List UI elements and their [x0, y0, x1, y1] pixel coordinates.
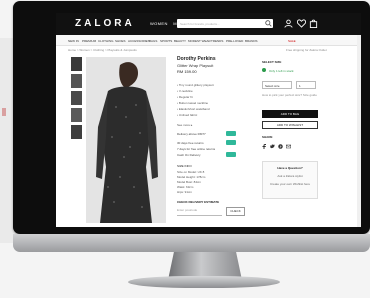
- category-brands[interactable]: BRANDS: [245, 39, 258, 43]
- product-detail: • Tiny round glittery playsuit: [177, 83, 214, 87]
- category-beauty[interactable]: BEAUTY: [174, 39, 186, 43]
- delivery-check-badge: [226, 131, 236, 136]
- product-detail: • Elastic/short waistband: [177, 107, 210, 111]
- product-detail: • Unlined fabric: [177, 113, 198, 117]
- help-title: Have a Question?: [277, 166, 303, 170]
- category-shoes[interactable]: SHOES: [115, 39, 126, 43]
- breadcrumb[interactable]: Home > Women > Clothing > Playsuits & Ju…: [68, 48, 137, 52]
- product-detail: • Button tassel neckline: [177, 101, 209, 105]
- category-bags[interactable]: BAGS: [149, 39, 157, 43]
- product-thumbnail[interactable]: [71, 91, 82, 105]
- size-select[interactable]: Select size: [262, 81, 292, 89]
- see-more-link[interactable]: See more ▸: [177, 123, 192, 127]
- size-info-line: Waist: 63cm: [177, 185, 194, 189]
- facebook-icon[interactable]: [262, 144, 267, 149]
- category-trends[interactable]: TRENDS: [211, 39, 223, 43]
- product-brand[interactable]: Dorothy Perkins: [177, 56, 216, 62]
- share-title: SHARE: [262, 135, 273, 139]
- brand-logo[interactable]: ZALORA: [75, 18, 135, 29]
- product-thumbnail[interactable]: [71, 57, 82, 71]
- size-guide-link[interactable]: How to pick your perfect size? Size guid…: [262, 93, 317, 97]
- quantity-select[interactable]: 1: [296, 81, 316, 89]
- product-name: Glitter Wrap Playsuit: [177, 63, 214, 68]
- stock-icon: [262, 68, 266, 72]
- product-detail: • V-neckline: [177, 89, 193, 93]
- background-mark: [2, 108, 6, 116]
- add-to-bag-button[interactable]: ADD TO BAG: [262, 110, 318, 118]
- size-info-line: Model Height: 178cm: [177, 175, 206, 179]
- check-button[interactable]: CHECK: [226, 207, 245, 216]
- product-detail: • Regular fit: [177, 95, 193, 99]
- model-photo: [86, 57, 166, 223]
- cod-check-badge: [226, 152, 236, 157]
- delivery-label: Delivery above RM77: [177, 132, 206, 136]
- page-scrollbar[interactable]: [357, 35, 361, 227]
- monitor-stand: [128, 276, 280, 288]
- select-size-title: SELECT SIZE: [262, 60, 282, 64]
- shipping-info: Free shipping for Zalora Outlet: [286, 48, 327, 52]
- category-modest-wear[interactable]: MODEST WEAR: [188, 39, 211, 43]
- screen: ZALORA WOMEN MEN KIDS NEW IN PREMIUM CLO…: [56, 13, 361, 227]
- help-link[interactable]: Ask a Zalora stylist: [264, 174, 316, 178]
- category-accessories[interactable]: ACCESSORIES: [128, 39, 150, 43]
- delivery-estimate-header: CHECK DELIVERY ESTIMATE: [177, 200, 220, 204]
- product-main-image[interactable]: [86, 57, 166, 223]
- product-price: RM 159.00: [177, 69, 197, 74]
- category-clothing[interactable]: CLOTHING: [98, 39, 114, 43]
- returns-check-badge: [226, 140, 236, 145]
- category-sale[interactable]: SALE: [288, 39, 296, 43]
- help-link[interactable]: Create your own Wishlist here: [264, 182, 316, 186]
- top-bar: ZALORA WOMEN MEN KIDS: [56, 13, 361, 35]
- pinterest-icon[interactable]: [278, 144, 283, 149]
- size-info-line: Hips: 91cm: [177, 190, 193, 194]
- add-to-wishlist-button[interactable]: ADD TO WISHLIST: [262, 121, 318, 129]
- online-returns-label: 7 days for free online returns: [177, 147, 216, 151]
- returns-label: 30 days free returns: [177, 141, 204, 145]
- email-icon[interactable]: [286, 144, 291, 149]
- product-thumbnail[interactable]: [71, 125, 82, 139]
- cod-label: Cash On Delivery: [177, 153, 201, 157]
- monitor-chin: [13, 234, 370, 252]
- twitter-icon[interactable]: [270, 144, 275, 149]
- product-thumbnail[interactable]: [71, 108, 82, 122]
- category-premium[interactable]: PREMIUM: [82, 39, 96, 43]
- postcode-input[interactable]: Enter postcode: [177, 208, 222, 216]
- stock-status: Only 1 left in stock: [269, 69, 294, 73]
- product-thumbnail[interactable]: [71, 74, 82, 88]
- category-sports[interactable]: SPORTS: [160, 39, 172, 43]
- category-nav: NEW IN PREMIUM CLOTHING SHOES ACCESSORIE…: [56, 35, 361, 46]
- category-new-in[interactable]: NEW IN: [68, 39, 79, 43]
- size-info-line: Model Bust: 84cm: [177, 180, 202, 184]
- size-info-header[interactable]: SIZE INFO: [177, 164, 192, 168]
- category-pre-loved[interactable]: PRE-LOVED: [226, 39, 243, 43]
- size-info-line: Size on Model: UK 8: [177, 170, 205, 174]
